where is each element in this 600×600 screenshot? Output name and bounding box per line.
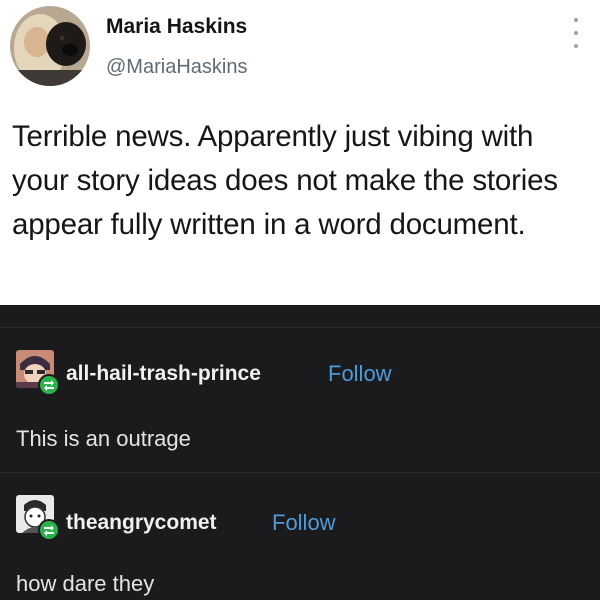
author-name[interactable]: Maria Haskins — [106, 15, 247, 39]
follow-button[interactable]: Follow — [272, 510, 336, 536]
vertical-ellipsis-icon[interactable] — [566, 18, 586, 48]
reblog-text: how dare they — [16, 571, 155, 596]
reblog-entry: all-hail-trash-prince Follow This is an … — [0, 350, 600, 470]
tumblr-thread: all-hail-trash-prince Follow This is an … — [0, 305, 600, 600]
reblog-username[interactable]: theangrycomet — [66, 511, 217, 535]
tweet-card: Maria Haskins @MariaHaskins Terrible new… — [0, 0, 600, 305]
profile-photo-icon — [10, 6, 90, 86]
reblog-username[interactable]: all-hail-trash-prince — [66, 362, 261, 386]
reblog-icon — [38, 519, 60, 541]
tweet-text: Terrible news. Apparently just vibing wi… — [12, 120, 558, 241]
author-avatar[interactable] — [10, 6, 90, 86]
divider — [0, 472, 600, 473]
follow-button[interactable]: Follow — [328, 361, 392, 387]
reblog-icon — [38, 374, 60, 396]
screenshot: Maria Haskins @MariaHaskins Terrible new… — [0, 0, 600, 600]
divider — [0, 327, 600, 328]
author-handle[interactable]: @MariaHaskins — [106, 56, 247, 79]
reblog-text: This is an outrage — [16, 426, 191, 451]
reblog-entry: theangrycomet Follow how dare they — [0, 495, 600, 600]
